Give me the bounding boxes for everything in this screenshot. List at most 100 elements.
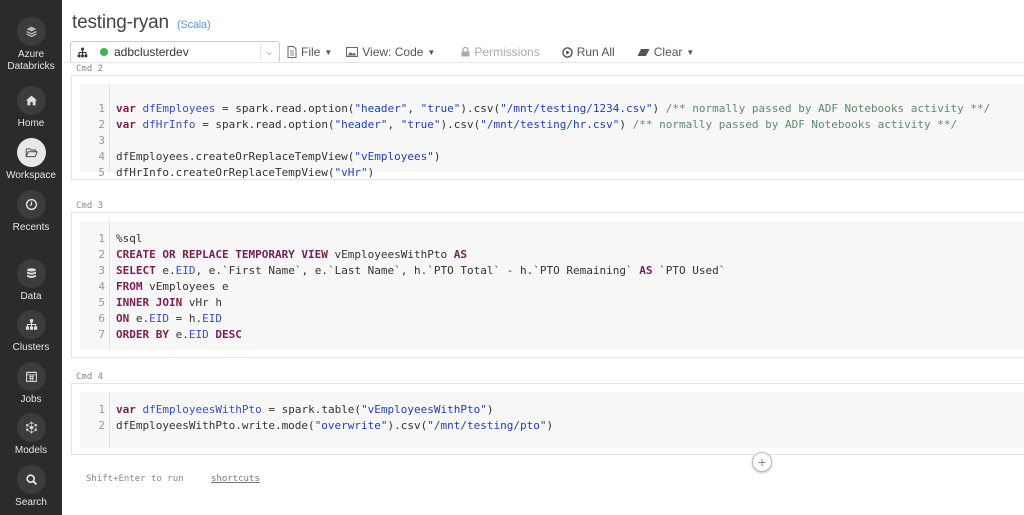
cell-label: Cmd 3 [76,201,104,211]
run-all-button[interactable]: Run All [561,45,615,59]
sidebar-item-azure-databricks[interactable]: Azure Databricks [0,17,62,73]
code-token: dfEmployees [135,102,216,115]
code-token: EID [149,312,169,325]
shortcuts-link[interactable]: shortcuts [211,474,260,484]
code-token: var [116,102,136,115]
cell-label: Cmd 2 [76,64,104,74]
notebook-toolbar: adbclusterdev ⌄ File ▼ View: Code ▼ Permis… [70,41,694,63]
code-token: "header" [334,118,388,131]
clear-menu-button[interactable]: Clear ▼ [637,45,695,59]
code-line: 5 INNER JOIN vHr h [80,295,1024,311]
sidebar-item-workspace[interactable]: Workspace [0,138,62,182]
line-number: 1 [98,403,105,416]
plus-icon: + [757,454,767,470]
file-menu-button[interactable]: File ▼ [287,45,332,59]
code-token: vEmployees e [142,280,229,293]
line-number: 4 [98,280,105,293]
notebook-cell[interactable]: 1 %sql 2 CREATE OR REPLACE TEMPORARY VIEW … [71,212,1024,358]
cluster-name: adbclusterdev [114,45,189,59]
code-token: var [116,403,136,416]
code-token: "true" [400,118,441,131]
code-token: var [116,118,136,131]
line-number: 6 [98,312,105,325]
code-token: e. [155,264,176,277]
sitemap-icon [77,47,88,57]
file-icon [287,46,297,58]
code-token: ) [433,150,441,163]
code-token: INNER JOIN [116,296,183,309]
code-token: = h. [169,312,203,325]
toolbar-divider [64,62,1024,63]
sidebar-item-label: Jobs [20,394,42,405]
search-icon [25,474,37,486]
notebook-title: testing-ryan (Scala) [72,12,211,34]
notebook-cell[interactable]: 1 var dfEmployeesWithPto = spark.table("v… [71,383,1024,455]
code-line: 5 dfHrInfo.createOrReplaceTempView("vHr") [80,165,1024,181]
code-token: = spark.table( [261,403,362,416]
notebook-cell[interactable]: 1 var dfEmployees = spark.read.option("he… [71,75,1024,180]
code-token: AS [453,248,468,261]
chevron-down-icon[interactable]: ⌄ [259,45,274,59]
code-editor[interactable]: 1 var dfEmployees = spark.read.option("he… [80,84,1024,179]
code-token: "vHr" [334,166,368,179]
sidebar-item-search[interactable]: Search [0,465,62,509]
lock-icon [461,47,470,57]
calendar-icon [25,371,37,382]
notebook-name: testing-ryan [72,12,169,33]
sidebar-item-label: Workspace [6,170,56,181]
code-token: ).csv( [460,102,501,115]
sidebar-item-models[interactable]: Models [0,413,62,457]
code-token: ).csv( [387,419,428,432]
database-icon [26,268,36,278]
code-token: dfEmployeesWithPto [135,403,262,416]
line-number: 7 [98,328,105,341]
code-token: , [387,118,401,131]
view-menu-button[interactable]: View: Code ▼ [346,45,435,59]
line-number: 3 [98,264,105,277]
run-hint: Shift+Enter to run [86,474,184,484]
code-token: ).csv( [440,118,481,131]
code-line: 4 FROM vEmployees e [80,279,1024,295]
code-token: /** normally passed by ADF Notebooks act… [665,102,991,115]
cell-label: Cmd 4 [76,372,104,382]
add-cell-button[interactable]: + [752,452,772,472]
sidebar-item-clusters[interactable]: Clusters [0,310,62,354]
sidebar-item-recents[interactable]: Recents [0,190,62,234]
line-number: 3 [98,134,105,147]
code-editor[interactable]: 1 %sql 2 CREATE OR REPLACE TEMPORARY VIEW … [80,221,1024,350]
code-token: SELECT [116,264,156,277]
permissions-button[interactable]: Permissions [461,45,540,59]
cluster-status-dot [100,48,108,56]
network-icon [25,421,37,434]
code-token: "true" [420,102,461,115]
code-token: e. [129,312,150,325]
code-token: "overwrite" [314,419,388,432]
code-line: 1 var dfEmployeesWithPto = spark.table("v… [80,402,1024,418]
caret-down-icon: ▼ [686,47,695,57]
code-line: 1 %sql [80,231,1024,247]
line-number: 5 [98,296,105,309]
code-token: ) [546,419,554,432]
sidebar-item-label: Models [14,445,48,456]
code-editor[interactable]: 1 var dfEmployeesWithPto = spark.table("v… [80,392,1024,448]
code-token: EID [188,328,209,341]
sidebar-item-label: Azure Databricks [7,49,55,72]
code-token: dfEmployees.createOrReplaceTempView( [116,150,355,163]
cluster-selector[interactable]: adbclusterdev ⌄ [70,41,280,63]
line-number: 4 [98,150,105,163]
sidebar-item-home[interactable]: Home [0,86,62,130]
code-line: 2 dfEmployeesWithPto.write.mode("overwrit… [80,418,1024,434]
code-token: CREATE OR REPLACE TEMPORARY VIEW [116,248,328,261]
code-token: = spark.read.option( [195,118,335,131]
code-token: %sql [116,232,143,245]
line-number: 1 [98,232,105,245]
code-token: /** normally passed by ADF Notebooks act… [632,118,958,131]
code-token: EID [202,312,222,325]
code-token: dfHrInfo.createOrReplaceTempView( [116,166,335,179]
folder-icon [25,148,38,158]
sidebar-item-label: Data [20,291,42,302]
sidebar-item-label: Recents [12,222,50,233]
sidebar-item-jobs[interactable]: Jobs [0,362,62,406]
code-token: FROM [116,280,143,293]
sidebar-item-data[interactable]: Data [0,259,62,303]
